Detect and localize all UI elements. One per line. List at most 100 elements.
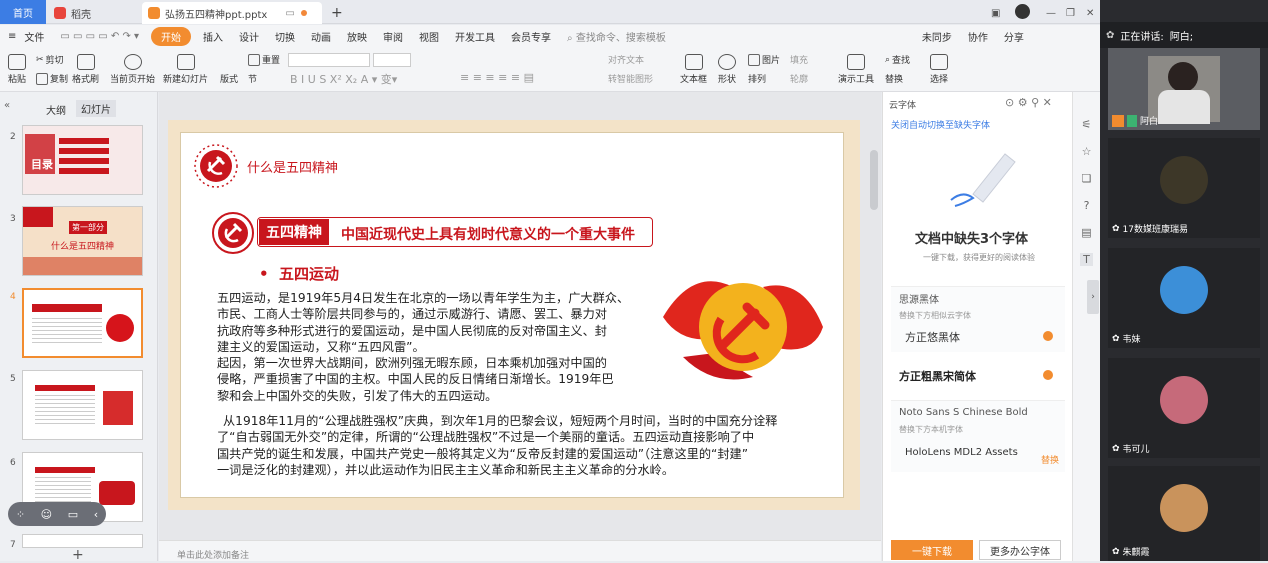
new-slide-button[interactable]: 新建幻灯片 [163, 54, 208, 85]
participant-name: 韦可儿 [1122, 445, 1150, 455]
pin-icon[interactable]: ☆ [1082, 145, 1092, 158]
reset-button[interactable]: 重置 [248, 53, 280, 66]
user-avatar[interactable] [1015, 4, 1030, 19]
grid-icon[interactable]: ⁘ [16, 508, 25, 521]
paragraph-2: 从1918年11月的“公理战胜强权”庆典，到次年1月的巴黎会议，短短两个月时间，… [217, 413, 837, 478]
menu-animation[interactable]: 动画 [303, 29, 339, 44]
more-fonts-button[interactable]: 更多办公字体 [979, 540, 1061, 560]
collapse-panel-icon[interactable]: « [4, 100, 10, 111]
slide-thumbnail-3[interactable]: 第一部分 什么是五四精神 [22, 206, 143, 276]
panel-icons[interactable]: ⊙ ⚙ ⚲ ✕ [1005, 96, 1052, 109]
menu-design[interactable]: 设计 [231, 29, 267, 44]
format-painter-button[interactable]: 格式刷 [72, 54, 99, 85]
minimize-button[interactable]: — [1040, 2, 1062, 24]
paragraph-align-buttons[interactable]: ≡ ≡ ≡ ≡ ≡ ▤ [460, 71, 534, 84]
replace-tag[interactable]: 替换 [1041, 453, 1059, 466]
picture-button[interactable]: 图片 [748, 53, 780, 66]
tab-outline[interactable]: 大纲 [46, 102, 66, 117]
find-button[interactable]: ⌕ 查找 [885, 53, 910, 67]
font-tool-icon[interactable]: T [1080, 253, 1093, 266]
hamburger-icon[interactable]: ≡ [0, 31, 24, 42]
collab-button[interactable]: 协作 [960, 29, 996, 44]
participant-video-2[interactable]: ✿ 17数媒班康瑞易 [1108, 138, 1260, 238]
slide-thumbnail-7[interactable] [22, 534, 143, 548]
menu-transition[interactable]: 切换 [267, 29, 303, 44]
avatar [1160, 156, 1208, 204]
replacement-font-1[interactable]: 方正悠黑体 [905, 329, 1051, 345]
download-all-button[interactable]: 一键下载 [891, 540, 973, 560]
command-search[interactable]: ⌕ 查找命令、搜索模板 [559, 29, 674, 44]
participant-video-3[interactable]: ✿ 韦妹 [1108, 248, 1260, 348]
menu-insert[interactable]: 插入 [195, 29, 231, 44]
copy-button[interactable]: 复制 [36, 72, 68, 85]
tab-document[interactable]: 弘扬五四精神ppt.pptx ▭ [142, 2, 322, 24]
participant-label: ✿ 朱麒霞 [1112, 545, 1150, 559]
help-icon[interactable]: ? [1084, 199, 1090, 212]
tab-home[interactable]: 首页 [0, 0, 46, 24]
slide-thumbnail-5[interactable] [22, 370, 143, 440]
canvas-scrollbar[interactable] [870, 150, 878, 210]
floating-toolbar[interactable]: ⁘ ☺ ▭ ‹ [8, 502, 106, 526]
select-button[interactable]: 选择 [930, 54, 948, 85]
copy-panel-icon[interactable]: ❏ [1082, 172, 1092, 185]
share-button[interactable]: 分享 [996, 29, 1032, 44]
close-button[interactable]: ✕ [1080, 2, 1100, 24]
unsync-button[interactable]: 未同步 [914, 29, 960, 44]
play-from-current-button[interactable]: 当前页开始 [110, 54, 155, 85]
font-size-select[interactable] [373, 53, 411, 67]
align-text-button[interactable]: 对齐文本 [608, 53, 644, 66]
tab-daoke[interactable]: 稻壳 [48, 2, 140, 24]
menu-review[interactable]: 审阅 [375, 29, 411, 44]
layout-button[interactable]: 版式 [220, 72, 238, 85]
fill-button[interactable]: 填充 [790, 53, 808, 66]
download-font-icon[interactable] [1043, 331, 1053, 341]
participant-video-4[interactable]: ✿ 韦可儿 [1108, 358, 1260, 458]
missing-font-item-3[interactable]: Noto Sans S Chinese Bold 替换下方本机字体 HoloLe… [891, 400, 1065, 472]
new-slide-label: 新建幻灯片 [163, 75, 209, 85]
chevron-left-icon[interactable]: ‹ [94, 508, 98, 521]
mic-muted-icon: ✿ [1112, 546, 1120, 557]
participant-video-1[interactable]: 阿白 [1108, 48, 1260, 130]
menu-file[interactable]: 文件 [24, 29, 52, 44]
screen-icon[interactable]: ▭ [285, 8, 294, 19]
menu-member[interactable]: 会员专享 [503, 29, 559, 44]
new-tab-button[interactable]: + [325, 2, 349, 24]
face-icon[interactable]: ☺ [41, 508, 52, 521]
font-name-select[interactable] [288, 53, 370, 67]
expand-panel-icon[interactable]: › [1087, 280, 1099, 314]
missing-font-item-1[interactable]: 思源黑体 替换下方相似云字体 方正悠黑体 [891, 286, 1065, 352]
auto-switch-link[interactable]: 关闭自动切换至缺失字体 [891, 118, 990, 131]
outline-button[interactable]: 轮廓 [790, 72, 808, 85]
section-button[interactable]: 节 [248, 72, 257, 85]
download-font-icon[interactable] [1043, 370, 1053, 380]
menu-start[interactable]: 开始 [151, 26, 192, 46]
clipboard-panel-icon[interactable]: ▤ [1081, 226, 1091, 239]
chat-icon[interactable]: ▭ [68, 508, 78, 521]
quick-toolbar-icons[interactable]: ▭ ▭ ▭ ▭ ↶ ↷ ▾ [52, 31, 147, 42]
speaking-indicator: ✿ 正在讲话: 阿白; [1100, 22, 1268, 48]
present-tools-button[interactable]: 演示工具 [838, 54, 874, 85]
restore-button[interactable]: ❐ [1060, 2, 1081, 24]
smartart-button[interactable]: 转智能图形 [608, 72, 653, 85]
brush-icon [76, 54, 95, 70]
replace-button[interactable]: 替换 [885, 72, 903, 85]
cut-button[interactable]: ✂ 剪切 [36, 53, 64, 67]
paste-button[interactable]: 粘贴 [8, 54, 26, 85]
sliders-icon[interactable]: ⚟ [1082, 118, 1092, 131]
notes-area[interactable]: 单击此处添加备注 [159, 540, 881, 561]
font-style-buttons[interactable]: B I U S X² X₂ A ▾ 变▾ [290, 71, 397, 87]
slide-content[interactable]: 什么是五四精神 五四精神 中国近现代史上具有划时代意义的一个重大事件 • 五四运… [180, 132, 844, 498]
missing-font-item-2[interactable]: 方正粗黑宋简体 [891, 360, 1065, 394]
menu-slideshow[interactable]: 放映 [339, 29, 375, 44]
textbox-button[interactable]: 文本框 [680, 54, 707, 85]
tab-slides[interactable]: 幻灯片 [76, 100, 116, 117]
arrange-button[interactable]: 排列 [748, 72, 766, 85]
layout-icon[interactable]: ▣ [985, 2, 1006, 24]
shape-button[interactable]: 形状 [718, 54, 736, 85]
menu-view[interactable]: 视图 [411, 29, 447, 44]
slide-thumbnail-2[interactable]: 目录 [22, 125, 143, 195]
slide-thumbnail-4-selected[interactable] [22, 288, 143, 358]
menu-developer[interactable]: 开发工具 [447, 29, 503, 44]
replacement-font-3[interactable]: HoloLens MDL2 Assets [905, 447, 1051, 458]
participant-video-5[interactable]: ✿ 朱麒霞 [1108, 466, 1260, 561]
